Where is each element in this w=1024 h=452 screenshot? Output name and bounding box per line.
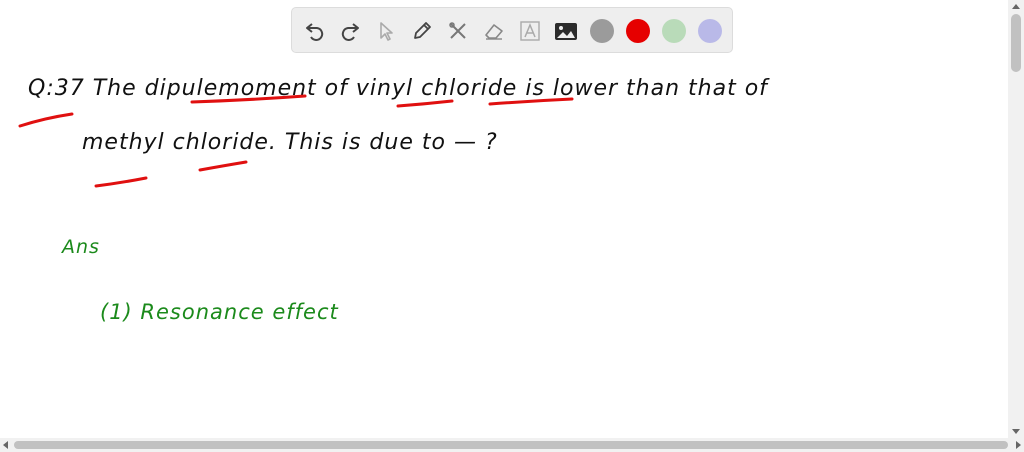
tools-icon[interactable] [445,18,471,44]
color-swatch-lavender[interactable] [698,19,722,43]
redo-icon[interactable] [337,18,363,44]
scroll-right-icon[interactable] [1016,441,1021,449]
eraser-icon[interactable] [481,18,507,44]
scroll-down-icon[interactable] [1012,429,1020,434]
pen-icon[interactable] [409,18,435,44]
horizontal-scroll-thumb[interactable] [14,441,1008,449]
color-swatch-gray[interactable] [590,19,614,43]
select-pointer-icon[interactable] [373,18,399,44]
text-icon[interactable] [517,18,543,44]
undo-icon[interactable] [302,18,328,44]
vertical-scrollbar[interactable] [1008,0,1024,438]
scroll-left-icon[interactable] [3,441,8,449]
whiteboard-canvas[interactable]: Q:37 The dipulemoment of vinyl chloride … [0,0,1008,438]
horizontal-scrollbar[interactable] [0,438,1024,452]
drawing-toolbar [291,7,733,53]
color-swatch-red[interactable] [626,19,650,43]
color-swatch-green[interactable] [662,19,686,43]
image-icon[interactable] [553,18,579,44]
scroll-up-icon[interactable] [1012,4,1020,9]
vertical-scroll-thumb[interactable] [1011,14,1021,72]
red-underline-annotations [18,94,574,188]
